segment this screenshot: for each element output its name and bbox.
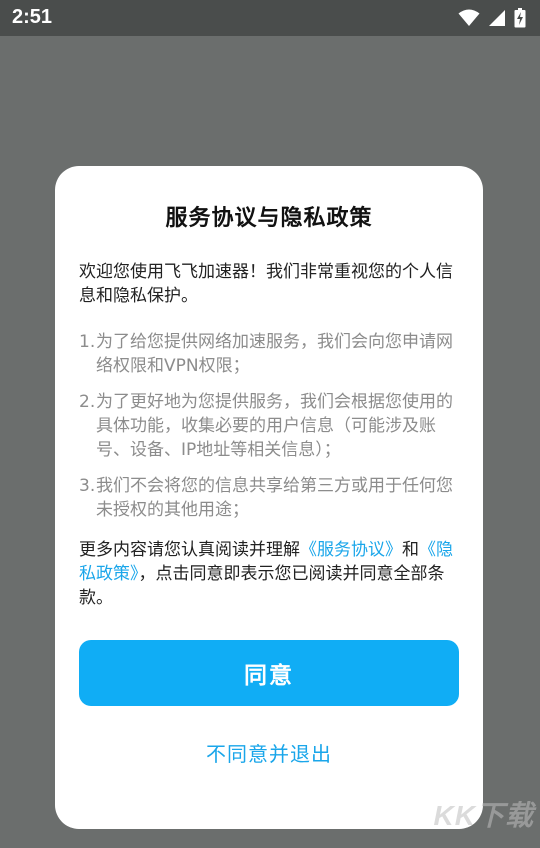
footer-and: 和	[402, 540, 419, 560]
status-bar: 2:51	[0, 0, 540, 36]
list-item-number: 1.	[79, 332, 96, 352]
status-time: 2:51	[12, 6, 53, 28]
privacy-dialog: 服务协议与隐私政策 欢迎您使用飞飞加速器！我们非常重视您的个人信息和隐私保护。 …	[55, 166, 483, 829]
service-agreement-link[interactable]: 《服务协议》	[300, 540, 402, 560]
footer-text: 更多内容请您认真阅读并理解《服务协议》和《隐私政策》，点击同意即表示您已阅读并同…	[79, 538, 463, 610]
list-item-number: 3.	[79, 476, 96, 496]
terms-list: 1. 为了给您提供网络加速服务，我们会向您申请网络权限和VPN权限； 2. 为了…	[79, 330, 463, 534]
footer-prefix: 更多内容请您认真阅读并理解	[79, 540, 300, 560]
list-item-number: 2.	[79, 392, 96, 412]
decline-exit-button[interactable]: 不同意并退出	[79, 734, 459, 770]
wifi-icon	[458, 9, 480, 27]
list-item-text: 为了更好地为您提供服务，我们会根据您使用的具体功能，收集必要的用户信息（可能涉及…	[96, 392, 453, 460]
agree-button[interactable]: 同意	[79, 640, 459, 706]
list-item-text: 我们不会将您的信息共享给第三方或用于任何您未授权的其他用途；	[96, 476, 453, 520]
battery-charging-icon	[514, 8, 526, 28]
status-icons	[458, 8, 526, 28]
list-item: 1. 为了给您提供网络加速服务，我们会向您申请网络权限和VPN权限；	[79, 330, 463, 378]
watermark-logo: KK下载	[433, 800, 534, 831]
list-item-text: 为了给您提供网络加速服务，我们会向您申请网络权限和VPN权限；	[96, 332, 453, 376]
cell-signal-icon	[488, 9, 506, 27]
intro-text: 欢迎您使用飞飞加速器！我们非常重视您的个人信息和隐私保护。	[79, 262, 453, 306]
list-item: 2. 为了更好地为您提供服务，我们会根据您使用的具体功能，收集必要的用户信息（可…	[79, 390, 463, 462]
dialog-title: 服务协议与隐私政策	[165, 206, 373, 231]
list-item: 3. 我们不会将您的信息共享给第三方或用于任何您未授权的其他用途；	[79, 474, 463, 522]
